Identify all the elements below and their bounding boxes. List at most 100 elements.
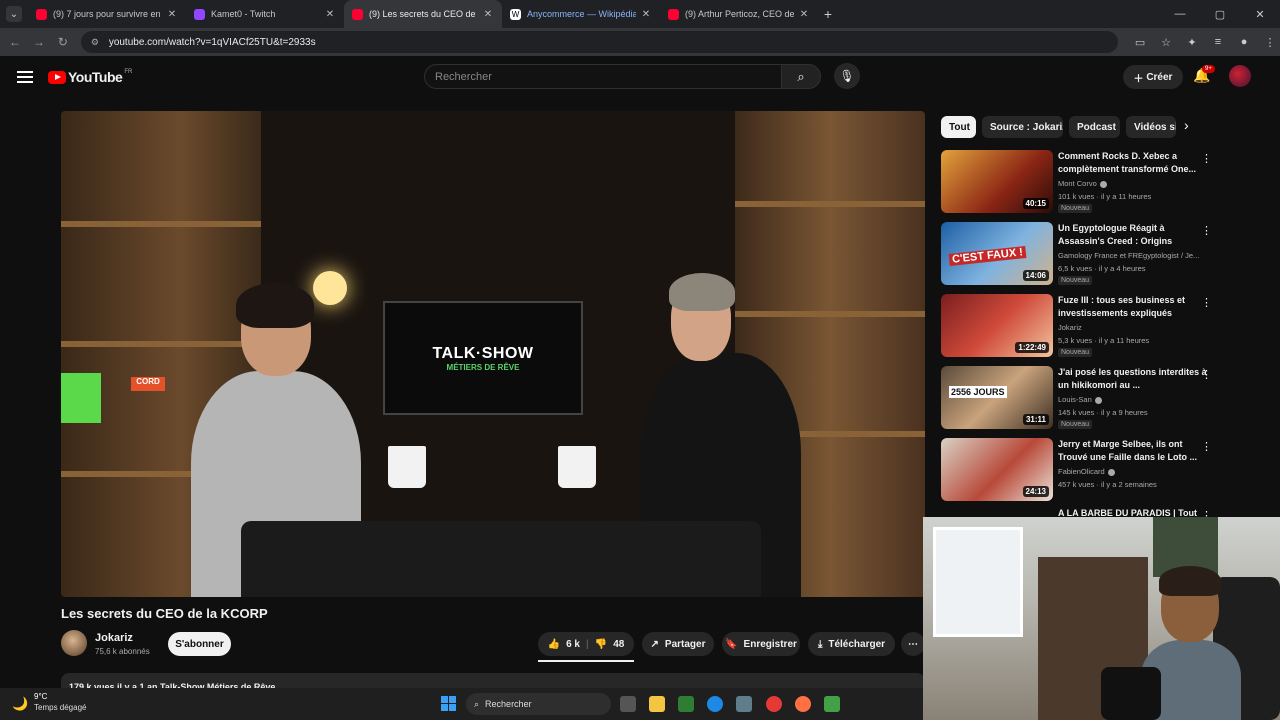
chip-similar[interactable]: Vidéos si — [1126, 116, 1176, 138]
nvidia-icon[interactable] — [678, 696, 694, 712]
browser-tab-1[interactable]: (9) 7 jours pour survivre en Jung ✕ — [28, 0, 186, 28]
video-title: Les secrets du CEO de la KCORP — [61, 606, 268, 621]
rec-channel[interactable]: FabienOlicard — [1058, 467, 1208, 476]
youtube-logo[interactable]: YouTube FR — [48, 69, 132, 85]
thumbnail[interactable]: 24:13 — [941, 438, 1053, 501]
recommendation-item[interactable]: 24:13 Jerry et Marge Selbee, ils ont Tro… — [941, 438, 1221, 504]
hamburger-menu-icon[interactable] — [17, 71, 33, 83]
subscribe-button[interactable]: S'abonner — [168, 632, 231, 656]
close-window-icon[interactable]: ✕ — [1240, 0, 1280, 28]
more-vert-icon[interactable]: ⋮ — [1201, 440, 1212, 453]
search-button[interactable]: ⌕ — [781, 64, 821, 89]
profile-icon[interactable]: ● — [1234, 36, 1254, 49]
close-tab-icon[interactable]: ✕ — [798, 9, 810, 20]
tab-search-icon[interactable]: ⌄ — [6, 6, 22, 22]
thumbnail[interactable]: 1:22:49 — [941, 294, 1053, 357]
rec-channel[interactable]: Gamology France et FREgyptologist / Je..… — [1058, 251, 1208, 260]
thumbnail[interactable]: 2556 JOURS 31:11 — [941, 366, 1053, 429]
more-vert-icon[interactable]: ⋮ — [1201, 152, 1212, 165]
star-icon[interactable]: ☆ — [1156, 36, 1176, 49]
extensions-icon[interactable]: ✦ — [1182, 36, 1202, 49]
close-tab-icon[interactable]: ✕ — [166, 9, 178, 20]
search-input[interactable]: Rechercher — [424, 64, 782, 89]
rec-title[interactable]: Un Egyptologue Réagit à Assassin's Creed… — [1058, 222, 1208, 248]
thumbs-up-icon[interactable]: 👍 — [548, 639, 560, 650]
thumbnail[interactable]: C'EST FAUX ! 14:06 — [941, 222, 1053, 285]
recommendation-item[interactable]: 1:22:49 Fuze III : tous ses business et … — [941, 294, 1221, 360]
close-tab-icon[interactable]: ✕ — [482, 9, 494, 20]
recommendation-item[interactable]: C'EST FAUX ! 14:06 Un Egyptologue Réagit… — [941, 222, 1221, 288]
rec-meta: 457 k vues · il y a 2 semaines — [1058, 480, 1157, 489]
browser-tab-5[interactable]: (9) Arthur Perticoz, CEO de la K ✕ — [660, 0, 818, 28]
minimize-icon[interactable]: — — [1160, 0, 1200, 28]
browser-menu-icon[interactable]: ⋮ — [1260, 36, 1280, 49]
url-text: youtube.com/watch?v=1qVIACf25TU&t=2933s — [108, 36, 316, 48]
channel-avatar[interactable] — [61, 630, 87, 656]
store-icon[interactable] — [736, 696, 752, 712]
share-button[interactable]: ↗ Partager — [642, 632, 714, 656]
close-tab-icon[interactable]: ✕ — [640, 9, 652, 20]
file-explorer-icon[interactable] — [649, 696, 665, 712]
download-icon: ⤓ — [817, 638, 823, 650]
rec-title[interactable]: Comment Rocks D. Xebec a complètement tr… — [1058, 150, 1208, 176]
taskbar-search[interactable]: ⌕ Rechercher — [466, 693, 611, 715]
rec-channel[interactable]: Louis-San — [1058, 395, 1208, 404]
browser-tab-4[interactable]: W Anycommerce — Wikipédia ✕ — [502, 0, 660, 28]
rec-channel[interactable]: Mont Corvo — [1058, 179, 1208, 188]
tab-title: (9) 7 jours pour survivre en Jung — [53, 9, 162, 19]
like-count[interactable]: 6 k — [566, 639, 580, 650]
duration: 1:22:49 — [1015, 342, 1049, 353]
more-vert-icon[interactable]: ⋮ — [1201, 368, 1212, 381]
thumbs-down-icon[interactable]: 👎 — [595, 639, 607, 650]
channel-name[interactable]: Jokariz — [95, 632, 133, 644]
video-player[interactable]: CORD TALK·SHOW MÉTIERS DE RÊVE — [61, 111, 925, 597]
site-info-icon[interactable]: ⚙ — [91, 37, 101, 47]
weather-desc[interactable]: Temps dégagé — [34, 703, 86, 712]
rec-channel[interactable]: Jokariz — [1058, 323, 1208, 332]
like-underline — [538, 660, 634, 662]
rec-title[interactable]: Fuze III : tous ses business et investis… — [1058, 294, 1208, 320]
close-tab-icon[interactable]: ✕ — [324, 9, 336, 20]
recommendation-item[interactable]: 40:15 Comment Rocks D. Xebec a complètem… — [941, 150, 1221, 216]
url-field[interactable]: ⚙ youtube.com/watch?v=1qVIACf25TU&t=2933… — [80, 31, 1119, 53]
chip-source[interactable]: Source : Jokariz — [982, 116, 1063, 138]
new-badge: Nouveau — [1058, 420, 1093, 429]
chip-all[interactable]: Tout — [941, 116, 976, 138]
weather-temp[interactable]: 9°C — [34, 692, 47, 701]
forward-icon[interactable]: → — [27, 35, 51, 49]
back-icon[interactable]: ← — [3, 35, 27, 49]
create-button[interactable]: ＋ Créer — [1123, 65, 1183, 89]
task-view-icon[interactable] — [620, 696, 636, 712]
more-actions-button[interactable]: ⋯ — [901, 632, 925, 656]
download-button[interactable]: ⤓ Télécharger — [808, 632, 895, 656]
chip-podcast[interactable]: Podcast — [1069, 116, 1120, 138]
browser-tab-2[interactable]: Kamet0 - Twitch ✕ — [186, 0, 344, 28]
maximize-icon[interactable]: ▢ — [1200, 0, 1240, 28]
verified-icon — [1099, 180, 1107, 188]
cast-icon[interactable]: ▭ — [1130, 36, 1150, 49]
firefox-icon[interactable] — [795, 696, 811, 712]
more-vert-icon[interactable]: ⋮ — [1201, 296, 1212, 309]
voice-search-button[interactable]: 🎙 — [834, 63, 860, 89]
browser-tab-3[interactable]: (9) Les secrets du CEO de la KCO ✕ — [344, 0, 502, 28]
rec-title[interactable]: J'ai posé les questions interdites à un … — [1058, 366, 1208, 392]
windows-start-icon[interactable] — [441, 696, 456, 711]
media-icon[interactable]: ≡ — [1208, 36, 1228, 49]
reload-icon[interactable]: ↻ — [51, 35, 75, 49]
recommendation-item[interactable]: 2556 JOURS 31:11 J'ai posé les questions… — [941, 366, 1221, 432]
chevron-right-icon[interactable]: › — [1184, 117, 1189, 133]
edge-icon[interactable] — [707, 696, 723, 712]
thumbnail[interactable]: 40:15 — [941, 150, 1053, 213]
duration: 24:13 — [1022, 486, 1049, 497]
app-icon[interactable] — [824, 696, 840, 712]
notification-badge: 9+ — [1202, 65, 1215, 73]
save-button[interactable]: 🔖 Enregistrer — [722, 632, 800, 656]
logo-text: YouTube — [68, 69, 123, 85]
more-vert-icon[interactable]: ⋮ — [1201, 224, 1212, 237]
screen-title: TALK·SHOW — [432, 344, 534, 362]
rec-title[interactable]: Jerry et Marge Selbee, ils ont Trouvé un… — [1058, 438, 1208, 464]
new-tab-icon[interactable]: + — [818, 6, 838, 22]
chrome-icon[interactable] — [766, 696, 782, 712]
avatar[interactable] — [1229, 65, 1251, 87]
new-badge: Nouveau — [1058, 348, 1093, 357]
